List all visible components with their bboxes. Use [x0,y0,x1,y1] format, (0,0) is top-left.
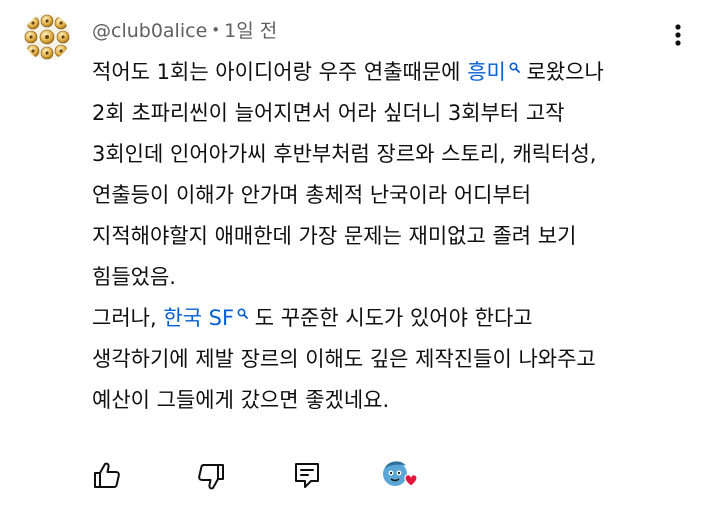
comment-text-segment: 생각하기에 제발 장르의 이해도 깊은 제작진들이 나와주고 [92,347,596,371]
comment-text-segment: 예산이 그들에게 갔으면 좋겠네요. [92,388,390,412]
comment-line: 그러나, 한국 SF 도 꾸준한 시도가 있어야 한다고 [92,298,702,339]
comment-text-segment: 도 꾸준한 시도가 있어야 한다고 [248,306,533,330]
search-icon [509,62,520,73]
comment-line: 생각하기에 제발 장르의 이해도 깊은 제작진들이 나와주고 [92,339,702,380]
thumbs-up-icon [94,462,120,488]
comment-line: 2회 초파리씬이 늘어지면서 어라 싶더니 3회부터 고작 [92,93,702,134]
thumbs-down-icon [198,464,224,490]
search-link-wrapper[interactable]: 한국 SF [163,306,248,330]
reply-button[interactable] [292,460,322,494]
comment-text-segment: 3회인데 인어아가씨 후반부처럼 장르와 스토리, 캐릭터성, [92,142,597,166]
comment-text-segment: 그러나, [92,306,164,330]
comment-line: 3회인데 인어아가씨 후반부처럼 장르와 스토리, 캐릭터성, [92,134,702,175]
comment-line: 예산이 그들에게 갔으면 좋겠네요. [92,380,702,421]
dislike-button[interactable] [196,462,226,496]
comment-text-segment: 힘들었음. [92,265,176,289]
like-button[interactable] [92,460,122,494]
author-name[interactable]: @club0alice [92,20,207,42]
meta-separator: • [211,21,221,39]
reply-comment-icon [295,463,319,488]
creator-heart-badge [380,458,420,498]
search-link-wrapper[interactable]: 흥미 [467,60,520,84]
comment-text-segment: 적어도 1회는 아이디어랑 우주 연출때문에 [92,60,468,84]
comment-line: 지적해야할지 애매한데 가장 문제는 재미없고 졸려 보기 [92,216,702,257]
comment-text: 적어도 1회는 아이디어랑 우주 연출때문에 흥미 로왔으나 2회 초파리씬이 늘… [92,52,702,421]
comment-text-segment: 로왔으나 [519,60,604,84]
avatar[interactable] [24,14,70,60]
comment-line: 힘들었음. [92,257,702,298]
comment-text-segment: 연출등이 이해가 안가며 총체적 난국이라 어디부터 [92,183,532,207]
comment-header: @club0alice • 1일 전 [92,16,277,43]
comment-line: 연출등이 이해가 안가며 총체적 난국이라 어디부터 [92,175,702,216]
comment-timestamp[interactable]: 1일 전 [224,20,277,42]
comment-text-segment: 2회 초파리씬이 늘어지면서 어라 싶더니 3회부터 고작 [92,101,565,125]
avatar-image [24,14,70,60]
comment-actions [0,458,720,498]
search-icon [237,308,248,319]
search-link[interactable]: 흥미 [467,60,506,84]
more-options-button[interactable] [664,18,692,52]
creator-heart-icon [383,461,418,487]
comment-line: 적어도 1회는 아이디어랑 우주 연출때문에 흥미 로왔으나 [92,52,702,93]
search-link[interactable]: 한국 SF [163,306,234,330]
comment-text-segment: 지적해야할지 애매한데 가장 문제는 재미없고 졸려 보기 [92,224,577,248]
more-vertical-icon [675,24,681,46]
